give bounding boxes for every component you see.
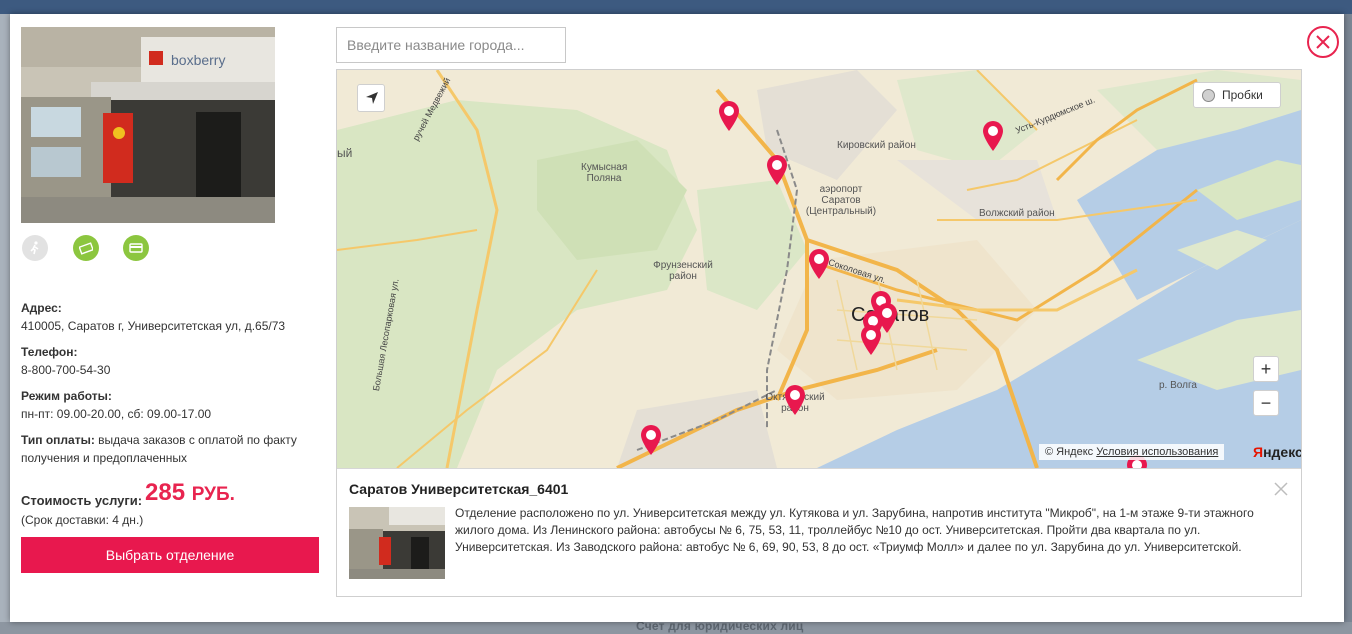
city-search-input[interactable]	[336, 27, 566, 63]
geolocation-button[interactable]	[357, 84, 385, 112]
cost-label: Стоимость услуги:	[21, 493, 143, 508]
map-label-kumysnaya: Кумысная Поляна	[581, 162, 628, 184]
phone-value: 8-800-700-54-30	[21, 363, 111, 377]
office-photo: boxberry	[21, 27, 275, 223]
map-copyright: © Яндекс Условия использования	[1039, 444, 1225, 460]
map-label-frunzensky: Фрунзенский район	[653, 260, 713, 282]
delivery-time: (Срок доставки: 4 дн.)	[21, 513, 144, 527]
yandex-logo[interactable]: Яндекс	[1253, 444, 1301, 460]
feature-icons	[21, 235, 161, 261]
office-map-pin[interactable]	[859, 324, 883, 356]
map-label-edge: ый	[337, 146, 353, 160]
background-left-strip	[0, 14, 10, 634]
office-map-pin[interactable]	[717, 100, 741, 132]
location-arrow-icon	[366, 92, 378, 104]
office-map-pin[interactable]	[783, 384, 807, 416]
close-icon	[1274, 482, 1288, 496]
close-button[interactable]	[1307, 26, 1339, 58]
payment-label: Тип оплаты:	[21, 433, 95, 447]
close-circle-icon	[1316, 35, 1330, 49]
traffic-light-icon	[1202, 89, 1215, 102]
office-map-pin[interactable]	[807, 248, 831, 280]
terms-link[interactable]: Условия использования	[1096, 446, 1218, 458]
yandex-map[interactable]: Саратов Кировский район аэропорт Саратов…	[337, 70, 1301, 468]
service-cost: Стоимость услуги: 285 РУБ.	[21, 479, 321, 513]
map-label-volga: р. Волга	[1159, 380, 1197, 391]
office-select-modal: boxberry Адрес: 410005, Саратов г, Униве…	[10, 14, 1344, 622]
card-payment-icon	[73, 235, 99, 261]
hours-label: Режим работы:	[21, 389, 112, 403]
map-label-volzhsky: Волжский район	[979, 208, 1055, 219]
background-top-bar	[0, 0, 1352, 14]
address-value: 410005, Саратов г, Университетская ул, д…	[21, 319, 286, 333]
balloon-title: Саратов Университетская_6401	[349, 481, 569, 497]
office-map-pin[interactable]	[765, 154, 789, 186]
cost-currency: РУБ.	[191, 484, 235, 505]
map-label-kirovsky: Кировский район	[837, 140, 916, 151]
traffic-button-label: Пробки	[1222, 88, 1263, 102]
traffic-button[interactable]: Пробки	[1193, 82, 1281, 108]
hours-value: пн-пт: 09.00-20.00, сб: 09.00-17.00	[21, 407, 212, 421]
cost-value: 285 РУБ.	[145, 479, 235, 506]
zoom-out-button[interactable]: −	[1253, 390, 1279, 416]
zoom-in-button[interactable]: +	[1253, 356, 1279, 382]
copyright-text: © Яндекс	[1045, 446, 1094, 458]
office-map-pin[interactable]	[639, 424, 663, 456]
pedestrian-icon	[22, 235, 48, 261]
office-balloon: Саратов Университетская_6401 Отделение р…	[337, 468, 1301, 596]
balloon-description: Отделение расположено по ул. Университет…	[455, 506, 1254, 554]
map-label-airport: аэропорт Саратов (Центральный)	[805, 184, 877, 217]
photo-brand-text: boxberry	[171, 52, 225, 68]
address-label: Адрес:	[21, 301, 62, 315]
office-map-pin[interactable]	[981, 120, 1005, 152]
select-office-button[interactable]: Выбрать отделение	[21, 537, 319, 573]
balloon-close-button[interactable]	[1273, 481, 1289, 497]
balloon-office-photo	[349, 507, 445, 579]
map-container: Саратов Кировский район аэропорт Саратов…	[336, 69, 1302, 597]
prepaid-icon	[123, 235, 149, 261]
phone-label: Телефон:	[21, 345, 78, 359]
